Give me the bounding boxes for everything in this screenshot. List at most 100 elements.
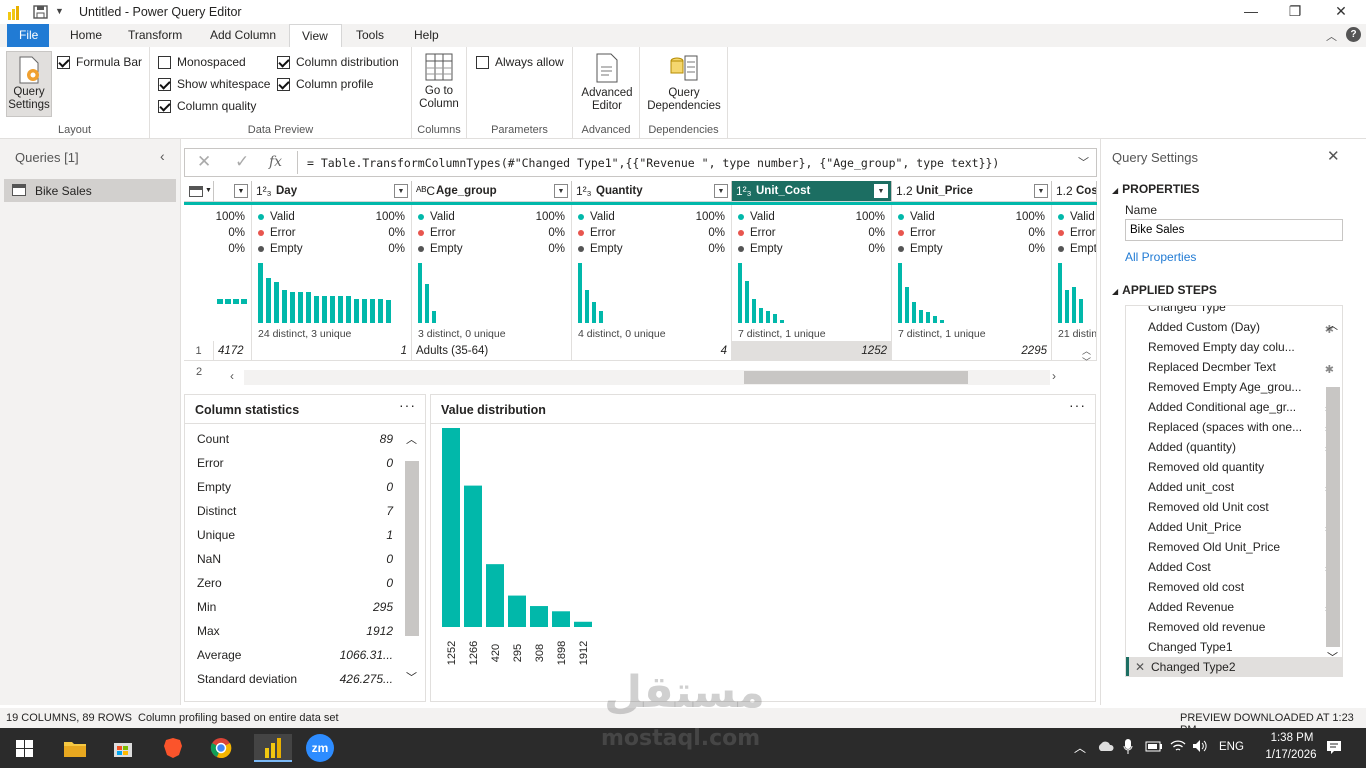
distribution-bar[interactable]	[766, 311, 770, 323]
column-type-icon[interactable]: ᴬᴮC	[416, 184, 435, 198]
steps-scroll-thumb[interactable]	[1326, 387, 1340, 647]
show-hidden-icons[interactable]: ︿	[1074, 739, 1086, 756]
applied-step[interactable]: Removed Old Unit_Price	[1126, 537, 1342, 557]
distribution-bar[interactable]	[425, 284, 429, 323]
scroll-down-icon[interactable]: ﹀	[1082, 355, 1091, 368]
distribution-bar[interactable]	[912, 302, 916, 323]
distribution-bar-1266[interactable]	[464, 485, 482, 627]
distribution-bar[interactable]	[940, 320, 944, 323]
distribution-bar[interactable]	[354, 299, 359, 323]
close-window-button[interactable]: ✕	[1318, 0, 1364, 24]
tab-add-column[interactable]: Add Column	[198, 24, 288, 47]
tab-home[interactable]: Home	[58, 24, 114, 47]
always-allow-checkbox[interactable]: Always allow	[476, 53, 564, 71]
fx-icon[interactable]: fx	[269, 154, 282, 170]
applied-step[interactable]: Replaced Decmber Text ✱	[1126, 357, 1342, 377]
close-query-settings-icon[interactable]: ✕	[1327, 147, 1340, 165]
applied-step[interactable]: Replaced (spaces with one...✱	[1126, 417, 1342, 437]
distribution-bar[interactable]	[298, 291, 303, 323]
row-number-2[interactable]: 2	[184, 362, 214, 376]
tab-tools[interactable]: Tools	[344, 24, 396, 47]
quick-access-dropdown-icon[interactable]: ▼	[55, 6, 64, 16]
distribution-bar[interactable]	[378, 299, 383, 323]
steps-scrollbar[interactable]: ︿ ﹀	[1326, 317, 1340, 667]
query-name-input[interactable]	[1125, 219, 1343, 241]
distribution-bar[interactable]	[306, 291, 311, 323]
table-cell[interactable]: 4	[572, 341, 732, 361]
scroll-right-icon[interactable]: ›	[1052, 369, 1056, 383]
query-item-bike-sales[interactable]: Bike Sales	[4, 179, 176, 202]
chrome-icon[interactable]	[207, 734, 235, 762]
applied-steps-header[interactable]: ◢ APPLIED STEPS	[1112, 283, 1217, 297]
formula-input[interactable]: = Table.TransformColumnTypes(#"Changed T…	[307, 156, 999, 170]
collapse-ribbon-icon[interactable]: ︿	[1326, 28, 1337, 44]
delete-step-icon[interactable]: ✕	[1135, 657, 1145, 676]
column-profile-checkbox[interactable]: Column profile	[277, 75, 373, 93]
applied-step[interactable]: Removed old Unit cost	[1126, 497, 1342, 517]
distribution-bar[interactable]	[592, 302, 596, 323]
distribution-bar[interactable]	[919, 309, 923, 323]
distribution-bar[interactable]	[773, 314, 777, 323]
column-filter-button[interactable]: ▼	[1034, 184, 1048, 198]
distribution-bar[interactable]	[1058, 263, 1062, 323]
distribution-bar[interactable]	[738, 263, 742, 323]
column-header-day[interactable]: 1²₃ Day ▼	[252, 181, 412, 202]
distribution-bar-420[interactable]	[486, 564, 504, 627]
distribution-bar[interactable]	[585, 290, 589, 323]
column-filter-button[interactable]: ▼	[554, 184, 568, 198]
applied-step[interactable]: Removed Empty day colu...	[1126, 337, 1342, 357]
show-whitespace-checkbox[interactable]: Show whitespace	[158, 75, 270, 93]
distribution-bar[interactable]	[432, 311, 436, 323]
column-quality-checkbox[interactable]: Column quality	[158, 97, 256, 115]
restore-button[interactable]: ❐	[1272, 0, 1318, 24]
distribution-bar[interactable]	[258, 263, 263, 323]
distribution-bar[interactable]	[330, 296, 335, 323]
distribution-bar-295[interactable]	[508, 595, 526, 627]
help-icon[interactable]: ?	[1346, 27, 1361, 42]
distribution-bar[interactable]	[1079, 299, 1083, 323]
distribution-bar[interactable]	[266, 278, 271, 323]
column-filter-button[interactable]: ▼	[714, 184, 728, 198]
distribution-bar[interactable]	[370, 299, 375, 323]
more-options-icon[interactable]: ···	[1069, 397, 1086, 413]
distribution-bar[interactable]	[745, 281, 749, 323]
distribution-bar[interactable]	[314, 296, 319, 323]
stats-scroll-thumb[interactable]	[405, 461, 419, 636]
applied-step[interactable]: Changed Type1	[1126, 637, 1342, 657]
notification-icon[interactable]	[1326, 740, 1342, 758]
applied-step[interactable]: Added Conditional age_gr...✱	[1126, 397, 1342, 417]
distribution-bar[interactable]	[338, 296, 343, 323]
applied-step[interactable]: Removed old quantity	[1126, 457, 1342, 477]
distribution-bar-308[interactable]	[530, 606, 548, 627]
onedrive-icon[interactable]	[1097, 740, 1114, 755]
minimize-button[interactable]: —	[1228, 0, 1274, 24]
distribution-bar[interactable]	[274, 282, 279, 323]
column-filter-button[interactable]: ▼	[234, 184, 248, 198]
distribution-bar[interactable]	[898, 263, 902, 323]
distribution-bar[interactable]	[362, 299, 367, 323]
distribution-bar-1252[interactable]	[442, 428, 460, 627]
column-header-cost[interactable]: 1.2Cost	[1052, 181, 1097, 202]
go-to-column-button[interactable]: Go to Column	[414, 53, 464, 111]
distribution-bar[interactable]	[282, 290, 287, 323]
column-type-icon[interactable]: 1²₃	[576, 184, 592, 198]
distribution-bar[interactable]	[933, 315, 937, 323]
row-number-1[interactable]: 1	[184, 341, 214, 361]
applied-step[interactable]: Added Cost✱	[1126, 557, 1342, 577]
applied-step[interactable]: Removed old revenue	[1126, 617, 1342, 637]
tab-view[interactable]: View	[289, 24, 342, 47]
scroll-down-icon[interactable]: ﹀	[406, 669, 417, 685]
tab-help[interactable]: Help	[402, 24, 451, 47]
distribution-bar[interactable]	[599, 311, 603, 323]
distribution-bar[interactable]	[1072, 287, 1076, 323]
language-indicator[interactable]: ENG	[1219, 741, 1244, 753]
distribution-bar[interactable]	[418, 263, 422, 323]
column-distribution-checkbox[interactable]: Column distribution	[277, 53, 399, 71]
column-header-revenue[interactable]: ▼	[214, 181, 252, 202]
applied-step[interactable]: Added unit_cost✱	[1126, 477, 1342, 497]
applied-step[interactable]: Changed Type	[1126, 306, 1342, 317]
monospaced-checkbox[interactable]: Monospaced	[158, 53, 246, 71]
commit-formula-icon[interactable]: ✓	[235, 152, 249, 172]
volume-icon[interactable]	[1192, 739, 1208, 756]
column-header-quantity[interactable]: 1²₃ Quantity ▼	[572, 181, 732, 202]
